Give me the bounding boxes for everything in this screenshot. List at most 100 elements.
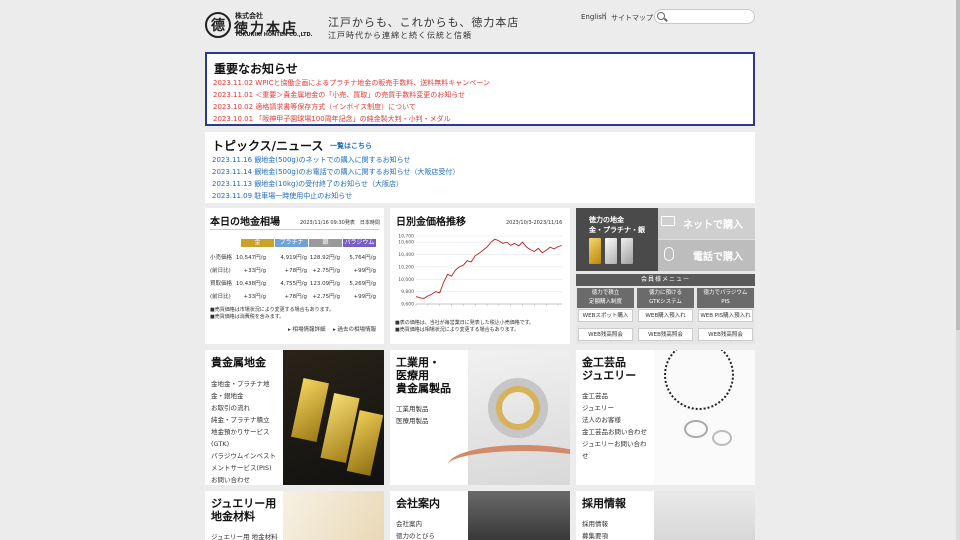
- y-tick-label: 10,400: [398, 252, 414, 258]
- col-subtitle: GTKシステム: [649, 299, 682, 305]
- promo-subheading: 金・プラチナ・銀: [589, 225, 645, 234]
- computer-icon: [661, 216, 675, 226]
- col-subtitle: 定額購入制度: [588, 299, 622, 305]
- tile-company-info[interactable]: 会社案内 会社案内 徳力のとびら: [390, 491, 570, 540]
- price-cell: +33円/g: [243, 268, 266, 274]
- tile-link[interactable]: 金工芸品: [582, 390, 647, 402]
- web-deposit-purchase-button[interactable]: WEB購入預入れ: [638, 309, 693, 322]
- tile-link[interactable]: 医療用製品: [396, 415, 429, 427]
- market-note: ■売買価格は市場状況により変更する場合もあります。: [210, 307, 335, 313]
- tile-jewelry-materials[interactable]: ジュエリー用 地金材料 ジュエリー用 地金材料: [205, 491, 384, 540]
- topic-item[interactable]: 2023.11.13 銀地金(10kg)の受付終了のお知らせ（大阪店）: [212, 179, 403, 189]
- tile-link[interactable]: 地金預かりサービス (GTK): [211, 426, 276, 450]
- platinum-bar-icon: [605, 238, 617, 264]
- col-title: 徳力で積立: [591, 290, 620, 296]
- bullion-promo[interactable]: 徳力の地金 金・プラチナ・銀: [576, 208, 658, 271]
- col-title: 徳力でパラジウム: [703, 290, 748, 296]
- topics-news-panel: トピックス/ニュース 一覧はこちら 2023.11.16 銀地金(500g)のネ…: [205, 132, 755, 203]
- price-cell: +33円/g: [243, 294, 266, 300]
- header-separator: |: [604, 12, 607, 20]
- search-input[interactable]: [654, 9, 755, 24]
- topic-item[interactable]: 2023.11.09 駐車場一時使用中止のお知らせ: [212, 191, 352, 201]
- scrollbar-thumb[interactable]: [956, 0, 960, 330]
- metal-header-palladium: パラジウム: [343, 239, 376, 247]
- tile-title: ジュエリー用 地金材料: [211, 497, 277, 523]
- member-col-header: 徳力に預ける GTKシステム: [637, 288, 694, 308]
- member-col-header: 徳力でパラジウム PIS: [697, 288, 754, 308]
- notice-item[interactable]: 2023.11.02 WPICと協働企画によるプラチナ地金の販売手数料、送料無料…: [213, 78, 490, 88]
- tile-link[interactable]: ジュエリー: [582, 402, 647, 414]
- gold-bar-icon: [589, 238, 601, 264]
- web-balance-button[interactable]: WEB残高照会: [698, 328, 753, 341]
- market-timestamp: 2023/11/16 09:30発表 日本時間: [300, 220, 380, 226]
- topic-item[interactable]: 2023.11.16 銀地金(500g)のネットでの購入に関するお知らせ: [212, 155, 410, 165]
- web-balance-button[interactable]: WEB残高照会: [638, 328, 693, 341]
- tile-industrial-medical[interactable]: 工業用・ 医療用 貴金属製品 工業用製品 医療用製品: [390, 350, 570, 485]
- tile-title: 貴金属地金: [211, 356, 266, 369]
- y-tick-label: 9,800: [401, 289, 414, 295]
- tile-link[interactable]: 金地金・プラチナ地 金・銀地金: [211, 378, 276, 402]
- notice-item[interactable]: 2023.10.01 「阪神甲子園球場100周年記念」の純金製大判・小判・メダル: [213, 114, 451, 124]
- tile-link[interactable]: 工業用製品: [396, 403, 429, 415]
- market-prices-panel: 本日の地金相場 2023/11/16 09:30発表 日本時間 金 プラチナ 銀…: [205, 208, 384, 344]
- y-tick-label: 10,000: [398, 277, 414, 283]
- tile-link[interactable]: 採用情報: [582, 518, 608, 530]
- web-spot-purchase-button[interactable]: WEBスポット購入: [578, 309, 633, 322]
- tile-link[interactable]: パラジウムインベスト メントサービス(PIS): [211, 450, 276, 474]
- chart-note: ■表の価格は、当社が毎営業日に発表した税込小売価格です。: [395, 320, 535, 326]
- jewelry-image: [654, 350, 755, 485]
- company-logo-icon[interactable]: 德: [205, 12, 231, 38]
- tile-link[interactable]: 純金・プラチナ積立: [211, 414, 276, 426]
- notice-item[interactable]: 2023.11.01 ＜重要＞貴金属地金の「小売、買取」の売買手数料変更のお知ら…: [213, 90, 465, 100]
- web-balance-button[interactable]: WEB残高照会: [578, 328, 633, 341]
- tile-link-list: 会社案内 徳力のとびら: [396, 518, 435, 540]
- tile-link[interactable]: 法人のお客様: [582, 414, 647, 426]
- tile-crafts-jewelry[interactable]: 金工芸品 ジュエリー 金工芸品 ジュエリー 法人のお客様 金工芸品お問い合わせ …: [576, 350, 755, 485]
- tagline-main: 江戸からも、これからも、徳力本店: [328, 16, 520, 29]
- price-cell: 4,755円/g: [280, 281, 307, 287]
- price-cell: +2.75円/g: [312, 268, 340, 274]
- member-menu-header: 会員様メニュー: [576, 274, 755, 286]
- tile-link[interactable]: ジュエリー用 地金材料: [211, 531, 278, 540]
- market-note: ■売買価格は消費税を含みます。: [210, 314, 285, 320]
- gold-price-chart-panel: 日別金価格推移 2023/10/3-2023/11/16 9,600 9,800 1…: [390, 208, 570, 344]
- sitemap-link[interactable]: サイトマップ: [611, 13, 653, 23]
- price-cell: +78円/g: [284, 294, 307, 300]
- metal-wire-image: [448, 350, 570, 485]
- market-history-link[interactable]: ▸ 過去の相場情報: [333, 325, 376, 333]
- tile-link[interactable]: ジュエリーお問い合わ せ: [582, 438, 647, 462]
- tile-link-list: 金工芸品 ジュエリー 法人のお客様 金工芸品お問い合わせ ジュエリーお問い合わ …: [582, 390, 647, 462]
- metal-header-silver: 銀: [309, 239, 342, 247]
- tile-link[interactable]: 金工芸品お問い合わせ: [582, 426, 647, 438]
- metal-header-platinum: プラチナ: [275, 239, 308, 247]
- divider: [210, 229, 379, 230]
- tile-link[interactable]: 会社案内: [396, 518, 435, 530]
- notice-item[interactable]: 2023.10.02 適格請求書等保存方式（インボイス制度）について: [213, 102, 416, 112]
- topics-list-link[interactable]: 一覧はこちら: [330, 141, 372, 151]
- price-cell: 5,269円/g: [349, 281, 376, 287]
- chart-title: 日別金価格推移: [396, 217, 466, 228]
- tile-link-list: 金地金・プラチナ地 金・銀地金 お取引の流れ 純金・プラチナ積立 地金預かりサー…: [211, 378, 276, 485]
- gold-price-chart: 9,600 9,800 10,000 10,200 10,400 10,60010,700: [398, 234, 563, 308]
- english-link[interactable]: English: [581, 13, 606, 21]
- web-pis-purchase-button[interactable]: WEB PIS購入預入れ: [698, 309, 753, 322]
- market-detail-link[interactable]: ▸ 相場情報詳細: [288, 325, 326, 333]
- company-name-en: TOKURIKI HONTEN CO.,LTD.: [235, 32, 313, 38]
- tile-title: 工業用・ 医療用 貴金属製品: [396, 356, 451, 395]
- search-icon: [657, 12, 665, 20]
- topic-item[interactable]: 2023.11.14 銀地金(500g)のお電話での購入に関するお知らせ（大阪店…: [212, 167, 459, 177]
- price-row-retail-change: (前日比) +33円/g +78円/g +2.75円/g +99円/g: [210, 266, 380, 274]
- price-cell: 10,438円/g: [235, 281, 266, 287]
- promo-heading: 徳力の地金: [589, 215, 624, 224]
- tile-link[interactable]: お取引の流れ: [211, 402, 276, 414]
- tile-link[interactable]: 募集要項: [582, 530, 608, 540]
- y-tick-label: 10,700: [398, 234, 414, 240]
- tile-link[interactable]: 徳力のとびら: [396, 530, 435, 540]
- tile-recruitment[interactable]: 採用情報 採用情報 募集要項: [576, 491, 755, 540]
- tile-link-list: ジュエリー用 地金材料: [211, 531, 278, 540]
- y-tick-label: 10,600: [398, 240, 414, 246]
- jewelry-material-image: [283, 491, 384, 540]
- tile-precious-metals[interactable]: 貴金属地金 金地金・プラチナ地 金・銀地金 お取引の流れ 純金・プラチナ積立 地…: [205, 350, 384, 485]
- tile-link[interactable]: お問い合わせ: [211, 474, 276, 485]
- market-title: 本日の地金相場: [210, 217, 280, 228]
